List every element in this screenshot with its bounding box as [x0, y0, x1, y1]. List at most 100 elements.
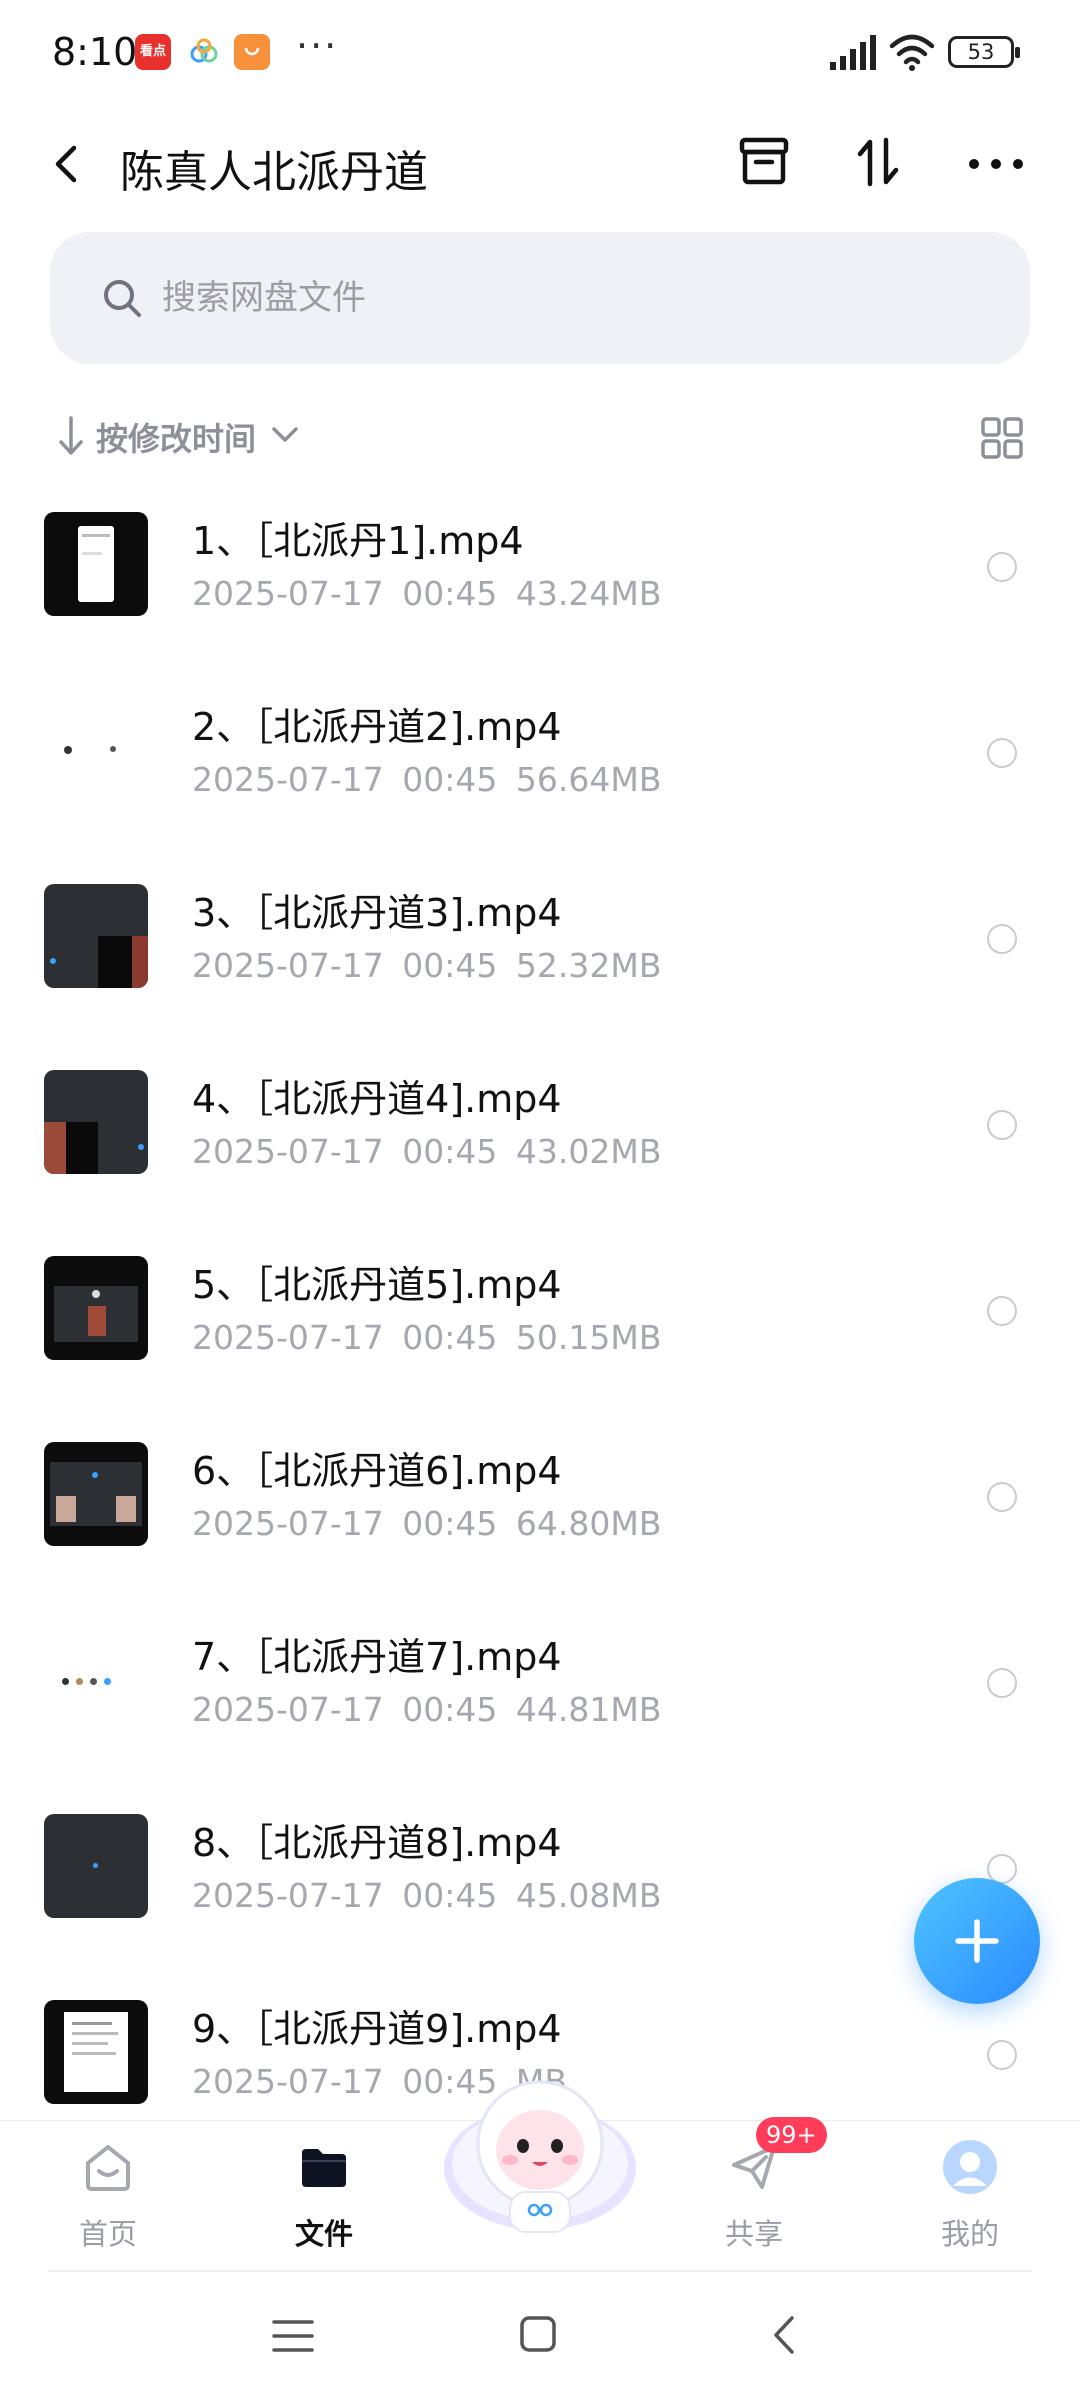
file-name: 3、［北派丹道3].mp4	[192, 891, 562, 935]
file-date: 2025-07-17	[192, 1132, 384, 1171]
file-meta: 2025-07-17 00:45 64.80MB	[192, 1504, 661, 1543]
shopping-bag-notification-icon	[234, 34, 270, 70]
nav-item-share[interactable]: 99+ 共享	[684, 2117, 827, 2271]
file-row[interactable]: 3、［北派丹道3].mp4 2025-07-17 00:45 52.32MB	[0, 862, 1080, 1048]
file-meta: 2025-07-17 00:45 52.32MB	[192, 946, 661, 985]
back-arrow-icon[interactable]	[46, 136, 86, 192]
file-date: 2025-07-17	[192, 946, 384, 985]
file-date: 2025-07-17	[192, 1504, 384, 1543]
system-home-icon[interactable]	[518, 2314, 558, 2354]
file-row[interactable]: 6、［北派丹道6].mp4 2025-07-17 00:45 64.80MB	[0, 1420, 1080, 1606]
file-size: 52.32MB	[515, 946, 662, 985]
video-thumbnail	[44, 1256, 148, 1360]
mascot-assistant-icon[interactable]	[440, 2064, 640, 2242]
file-date: 2025-07-17	[192, 1690, 384, 1729]
video-thumbnail	[44, 698, 148, 802]
video-thumbnail	[44, 884, 148, 988]
file-time: 00:45	[402, 1876, 498, 1915]
sort-direction-arrow-icon[interactable]	[56, 414, 86, 458]
status-bar: 8:10 看点 ··· 53	[0, 0, 1080, 110]
app-header: 陈真人北派丹道	[0, 110, 1080, 220]
recent-apps-icon[interactable]	[270, 2314, 316, 2358]
file-meta: 2025-07-17 00:45 45.08MB	[192, 1876, 661, 1915]
sort-by-modified-time[interactable]: 按修改时间	[96, 414, 256, 460]
file-row[interactable]: 4、［北派丹道4].mp4 2025-07-17 00:45 43.02MB	[0, 1048, 1080, 1234]
battery-level: 53	[967, 40, 995, 64]
file-meta: 2025-07-17 00:45 44.81MB	[192, 1690, 661, 1729]
file-name: 9、［北派丹道9].mp4	[192, 2007, 562, 2051]
file-meta: 2025-07-17 00:45 56.64MB	[192, 760, 661, 799]
select-checkbox[interactable]	[987, 1668, 1017, 1698]
file-size: 43.02MB	[515, 1132, 662, 1171]
search-bar[interactable]	[50, 232, 1030, 364]
notification-badge: 99+	[756, 2117, 827, 2153]
file-time: 00:45	[402, 946, 498, 985]
select-checkbox[interactable]	[987, 2040, 1017, 2070]
chevron-down-icon[interactable]	[268, 418, 302, 452]
file-name: 5、［北派丹道5].mp4	[192, 1263, 562, 1307]
select-checkbox[interactable]	[987, 552, 1017, 582]
select-checkbox[interactable]	[987, 1482, 1017, 1512]
select-checkbox[interactable]	[987, 1110, 1017, 1140]
status-time: 8:10	[52, 30, 138, 74]
file-row[interactable]: 2、［北派丹道2].mp4 2025-07-17 00:45 56.64MB	[0, 676, 1080, 862]
select-checkbox[interactable]	[987, 738, 1017, 768]
video-thumbnail	[44, 1628, 148, 1732]
file-row[interactable]: 5、［北派丹道5].mp4 2025-07-17 00:45 50.15MB	[0, 1234, 1080, 1420]
nav-item-profile[interactable]: 我的	[900, 2121, 1040, 2271]
system-navigation-bar	[0, 2272, 1080, 2400]
page-title: 陈真人北派丹道	[120, 147, 428, 198]
file-time: 00:45	[402, 1132, 498, 1171]
plus-icon	[955, 1919, 999, 1963]
nav-label: 文件	[294, 2217, 353, 2251]
select-checkbox[interactable]	[987, 1296, 1017, 1326]
file-size: 56.64MB	[515, 760, 662, 799]
sort-order-icon[interactable]	[848, 132, 908, 192]
wifi-icon	[889, 34, 935, 71]
file-name: 4、［北派丹道4].mp4	[192, 1077, 562, 1121]
file-row[interactable]: 7、［北派丹道7].mp4 2025-07-17 00:45 44.81MB	[0, 1606, 1080, 1792]
signal-icon	[830, 35, 876, 70]
file-name: 8、［北派丹道8].mp4	[192, 1821, 562, 1865]
file-date: 2025-07-17	[192, 574, 384, 613]
nav-label: 共享	[724, 2217, 783, 2251]
file-time: 00:45	[402, 760, 498, 799]
home-icon	[86, 2145, 130, 2191]
file-name: 7、［北派丹道7].mp4	[192, 1635, 562, 1679]
grid-view-icon[interactable]	[980, 416, 1024, 460]
search-icon	[104, 280, 141, 317]
nav-item-files[interactable]: 文件	[254, 2121, 394, 2271]
more-options-icon[interactable]	[964, 134, 1028, 194]
file-size: 43.24MB	[515, 574, 662, 613]
file-size: 64.80MB	[515, 1504, 662, 1543]
file-size: 44.81MB	[515, 1690, 662, 1729]
file-date: 2025-07-17	[192, 2062, 384, 2101]
video-thumbnail	[44, 1814, 148, 1918]
file-meta: 2025-07-17 00:45 43.24MB	[192, 574, 661, 613]
nav-item-home[interactable]: 首页	[38, 2121, 178, 2271]
file-date: 2025-07-17	[192, 1318, 384, 1357]
file-name: 1、［北派丹1].mp4	[192, 519, 524, 563]
video-thumbnail	[44, 1070, 148, 1174]
search-input[interactable]	[162, 272, 982, 324]
folder-icon	[302, 2149, 346, 2187]
video-thumbnail	[44, 512, 148, 616]
file-name: 6、［北派丹道6].mp4	[192, 1449, 562, 1493]
news-app-notification-icon: 看点	[135, 34, 171, 70]
file-meta: 2025-07-17 00:45 43.02MB	[192, 1132, 661, 1171]
add-button[interactable]	[914, 1878, 1040, 2004]
system-back-icon[interactable]	[768, 2312, 798, 2358]
file-time: 00:45	[402, 1690, 498, 1729]
file-size: 50.15MB	[515, 1318, 662, 1357]
cloud-drive-notification-icon	[190, 38, 218, 63]
file-size: 45.08MB	[515, 1876, 662, 1915]
sort-bar: 按修改时间	[50, 404, 1030, 468]
file-date: 2025-07-17	[192, 760, 384, 799]
file-time: 00:45	[402, 1318, 498, 1357]
archive-box-icon[interactable]	[734, 132, 794, 192]
more-notifications-icon: ···	[296, 24, 339, 68]
file-row[interactable]: 1、［北派丹1].mp4 2025-07-17 00:45 43.24MB	[0, 490, 1080, 676]
file-date: 2025-07-17	[192, 1876, 384, 1915]
battery-icon: 53	[948, 36, 1020, 68]
select-checkbox[interactable]	[987, 924, 1017, 954]
